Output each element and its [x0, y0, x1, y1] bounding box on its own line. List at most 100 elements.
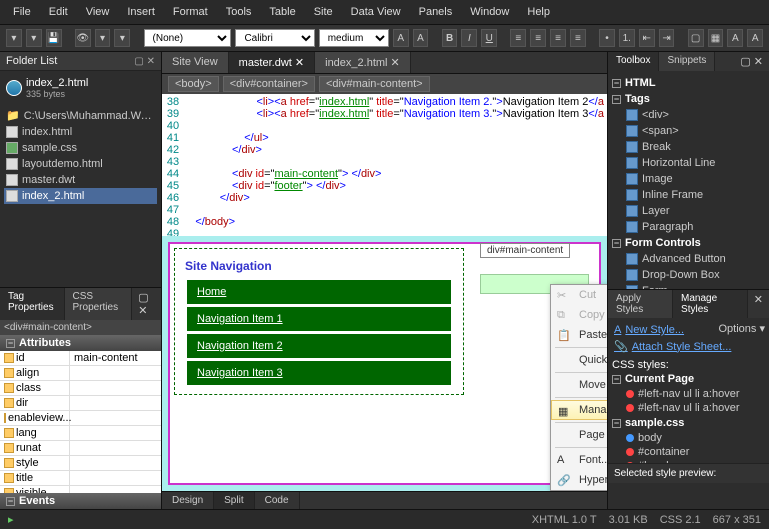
events-header[interactable]: −Events	[0, 493, 161, 509]
toolbox-group[interactable]: −Tags	[612, 91, 765, 107]
folder-file[interactable]: index_2.html	[4, 188, 157, 204]
editable-region-label[interactable]: div#main-content	[480, 243, 570, 258]
doc-tab[interactable]: index_2.html ✕	[315, 52, 411, 73]
tab-apply-styles[interactable]: Apply Styles	[608, 290, 673, 318]
attr-row[interactable]: lang	[0, 426, 161, 441]
style-group[interactable]: −sample.css	[612, 415, 765, 431]
styles-options-button[interactable]: Options ▾	[719, 322, 766, 338]
toolbox-group[interactable]: −Form Controls	[612, 235, 765, 251]
style-item[interactable]: #container	[612, 445, 765, 459]
toolbox-item[interactable]: Horizontal Line	[612, 155, 765, 171]
preview-button[interactable]: 👁	[75, 29, 91, 47]
attach-stylesheet-link[interactable]: 📎Attach Style Sheet...	[612, 338, 765, 355]
context-menu-item[interactable]: ▦Manage Editable Regions...	[551, 400, 607, 420]
visual-aids-icon[interactable]: ▸	[8, 513, 14, 526]
menu-edit[interactable]: Edit	[41, 3, 76, 21]
new-button[interactable]: ▾	[6, 29, 22, 47]
context-menu-item[interactable]: 📋Paste	[551, 325, 607, 345]
numbering-button[interactable]: 1.	[619, 29, 635, 47]
context-menu-item[interactable]: 🔗Hyperlink...	[551, 470, 607, 490]
style-group[interactable]: −Current Page	[612, 371, 765, 387]
doc-tab[interactable]: Site View	[162, 52, 229, 73]
attr-row[interactable]: title	[0, 471, 161, 486]
bold-button[interactable]: B	[442, 29, 458, 47]
open-button[interactable]: ▾	[26, 29, 42, 47]
borders-button[interactable]: ▢	[688, 29, 704, 47]
menu-insert[interactable]: Insert	[119, 3, 163, 21]
styles-close-icon[interactable]: ✕	[748, 290, 769, 318]
attr-row[interactable]: visible	[0, 486, 161, 493]
toolbox-item[interactable]: Image	[612, 171, 765, 187]
context-menu-item[interactable]: AFont...	[551, 450, 607, 470]
menu-help[interactable]: Help	[519, 3, 558, 21]
folder-current-file[interactable]: index_2.html 335 bytes	[4, 75, 157, 101]
nav-item[interactable]: Home	[187, 280, 451, 304]
breadcrumb-item[interactable]: <div#container>	[223, 76, 315, 92]
view-tab-split[interactable]: Split	[214, 492, 254, 509]
context-menu-item[interactable]: Quick Tag Editor...	[551, 350, 607, 370]
css-button[interactable]: ▾	[114, 29, 130, 47]
menu-format[interactable]: Format	[165, 3, 216, 21]
style-item[interactable]: #left-nav ul li a:hover	[612, 387, 765, 401]
nav-item[interactable]: Navigation Item 2	[187, 334, 451, 358]
bullets-button[interactable]: •	[599, 29, 615, 47]
nav-item[interactable]: Navigation Item 1	[187, 307, 451, 331]
new-style-link[interactable]: ANew Style...	[612, 322, 686, 338]
tagprops-close-icon[interactable]: ▢ ✕	[132, 288, 161, 320]
folder-file[interactable]: master.dwt	[4, 172, 157, 188]
align-right-button[interactable]: ≡	[550, 29, 566, 47]
attr-row[interactable]: dir	[0, 396, 161, 411]
doc-tab[interactable]: master.dwt ✕	[229, 52, 315, 73]
style-item[interactable]: #left-nav ul li a:hover	[612, 401, 765, 415]
underline-button[interactable]: U	[481, 29, 497, 47]
outdent-button[interactable]: ⇤	[639, 29, 655, 47]
tab-toolbox[interactable]: Toolbox	[608, 52, 659, 71]
attr-row[interactable]: idmain-content	[0, 351, 161, 366]
toolbox-close-icon[interactable]: ▢ ✕	[734, 52, 769, 71]
folder-list-close-icon[interactable]: ▢ ✕	[134, 56, 155, 67]
tag-props-crumb[interactable]: <div#main-content>	[0, 320, 161, 335]
breadcrumb-item[interactable]: <body>	[168, 76, 219, 92]
attr-row[interactable]: enableview...	[0, 411, 161, 426]
attr-row[interactable]: class	[0, 381, 161, 396]
attr-row[interactable]: align	[0, 366, 161, 381]
tab-snippets[interactable]: Snippets	[659, 52, 715, 71]
italic-button[interactable]: I	[461, 29, 477, 47]
highlight-button[interactable]: A	[747, 29, 763, 47]
breadcrumb-item[interactable]: <div#main-content>	[319, 76, 430, 92]
toolbox-item[interactable]: Layer	[612, 203, 765, 219]
tab-tag-properties[interactable]: Tag Properties	[0, 288, 65, 320]
table-button[interactable]: ▦	[708, 29, 724, 47]
attr-row[interactable]: runat	[0, 441, 161, 456]
menu-tools[interactable]: Tools	[218, 3, 260, 21]
menu-window[interactable]: Window	[462, 3, 517, 21]
menu-panels[interactable]: Panels	[411, 3, 461, 21]
attributes-header[interactable]: −Attributes	[0, 335, 161, 351]
paragraph-style-select[interactable]: (None)	[144, 29, 232, 47]
shrink-font-button[interactable]: A	[413, 29, 429, 47]
design-pane[interactable]: div#main-content Site Navigation HomeNav…	[162, 236, 607, 491]
menu-table[interactable]: Table	[261, 3, 303, 21]
font-color-button[interactable]: A	[727, 29, 743, 47]
toolbox-item[interactable]: Inline Frame	[612, 187, 765, 203]
toolbox-item[interactable]: Drop-Down Box	[612, 267, 765, 283]
tab-css-properties[interactable]: CSS Properties	[65, 288, 133, 320]
view-tab-code[interactable]: Code	[255, 492, 300, 509]
folder-path[interactable]: 📁 C:\Users\Muhammad.Waqas\Documents\M	[4, 107, 157, 124]
folder-file[interactable]: layoutdemo.html	[4, 156, 157, 172]
nav-item[interactable]: Navigation Item 3	[187, 361, 451, 385]
align-left-button[interactable]: ≡	[510, 29, 526, 47]
font-family-select[interactable]: Calibri	[235, 29, 314, 47]
menu-file[interactable]: File	[5, 3, 39, 21]
folder-file[interactable]: index.html	[4, 124, 157, 140]
menu-data-view[interactable]: Data View	[343, 3, 409, 21]
toolbox-item[interactable]: <span>	[612, 123, 765, 139]
indent-button[interactable]: ⇥	[659, 29, 675, 47]
align-center-button[interactable]: ≡	[530, 29, 546, 47]
menu-site[interactable]: Site	[306, 3, 341, 21]
menu-view[interactable]: View	[78, 3, 118, 21]
attr-row[interactable]: style	[0, 456, 161, 471]
toolbox-item[interactable]: Advanced Button	[612, 251, 765, 267]
toolbox-item[interactable]: Break	[612, 139, 765, 155]
layers-button[interactable]: ▾	[95, 29, 111, 47]
